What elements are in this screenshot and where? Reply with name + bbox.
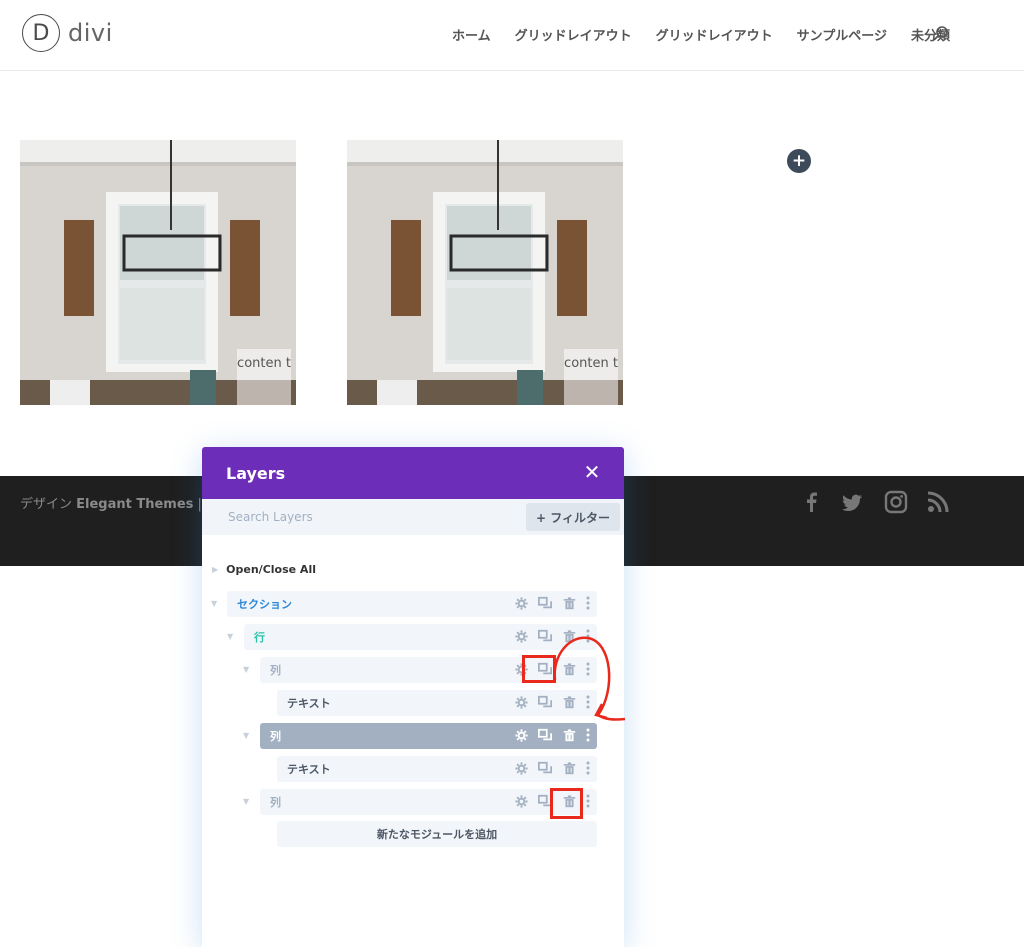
- twitter-icon[interactable]: [838, 488, 866, 516]
- credit-brand-link[interactable]: Elegant Themes: [76, 497, 193, 512]
- instagram-icon[interactable]: [882, 488, 910, 516]
- gear-icon[interactable]: [513, 595, 529, 611]
- open-close-all-label: Open/Close All: [226, 563, 316, 576]
- layer-text-label: テキスト: [287, 763, 331, 776]
- layer-text-1[interactable]: テキスト: [277, 690, 597, 716]
- layer-column-label: 列: [270, 730, 281, 743]
- caret-down-icon[interactable]: ▼: [243, 665, 249, 674]
- layer-column-label: 列: [270, 796, 281, 809]
- add-module-button[interactable]: +: [787, 149, 811, 173]
- nav-item-sample-page[interactable]: サンプルページ: [797, 25, 887, 44]
- nav-item-grid-layout-2[interactable]: グリッドレイアウト: [656, 25, 773, 44]
- layer-text-label: テキスト: [287, 697, 331, 710]
- gear-icon[interactable]: [513, 760, 529, 776]
- logo-mark: D: [22, 14, 60, 52]
- logo-text: divi: [68, 19, 113, 47]
- duplicate-icon[interactable]: [537, 595, 553, 611]
- layer-column-label: 列: [270, 664, 281, 677]
- layers-search-bar: + フィルター: [202, 499, 624, 535]
- annotation-arrow: [553, 636, 626, 721]
- layer-section-label: セクション: [237, 598, 292, 611]
- add-new-module-button[interactable]: 新たなモジュールを追加: [277, 821, 597, 847]
- caret-down-icon[interactable]: ▼: [211, 599, 217, 608]
- more-options-icon[interactable]: [585, 793, 591, 809]
- layer-column-3[interactable]: 列: [260, 789, 597, 815]
- image-card-1[interactable]: conten t: [20, 140, 296, 405]
- layer-row[interactable]: 行: [244, 624, 597, 650]
- gear-icon[interactable]: [513, 694, 529, 710]
- rss-icon[interactable]: [924, 488, 952, 516]
- card-content-label: conten t: [237, 349, 291, 405]
- duplicate-icon[interactable]: [537, 760, 553, 776]
- caret-down-icon[interactable]: ▼: [227, 632, 233, 641]
- image-card-2[interactable]: conten t: [347, 140, 623, 405]
- more-options-icon[interactable]: [585, 595, 591, 611]
- close-icon[interactable]: ✕: [582, 460, 602, 484]
- layer-text-2[interactable]: テキスト: [277, 756, 597, 782]
- filter-button[interactable]: + フィルター: [526, 503, 620, 531]
- facebook-icon[interactable]: [798, 488, 826, 516]
- layers-panel-header[interactable]: Layers ✕: [202, 447, 624, 499]
- trash-icon[interactable]: [561, 595, 577, 611]
- gear-icon[interactable]: [513, 727, 529, 743]
- nav-item-home[interactable]: ホーム: [452, 25, 491, 44]
- highlight-trash-box: [550, 788, 583, 819]
- layer-actions: [513, 760, 591, 776]
- footer-credit: デザイン Elegant Themes | 提供: [20, 493, 232, 512]
- credit-prefix: デザイン: [20, 497, 77, 512]
- layers-panel-title: Layers: [226, 463, 286, 483]
- nav-item-grid-layout-1[interactable]: グリッドレイアウト: [515, 25, 632, 44]
- caret-right-icon: ▶: [212, 565, 219, 574]
- site-logo[interactable]: D divi: [22, 14, 113, 52]
- open-close-all-toggle[interactable]: ▶ Open/Close All: [212, 563, 316, 576]
- layer-column-2[interactable]: 列: [260, 723, 597, 749]
- layer-section[interactable]: セクション: [227, 591, 597, 617]
- caret-down-icon[interactable]: ▼: [243, 797, 249, 806]
- layer-row-label: 行: [254, 631, 265, 644]
- layers-search-input[interactable]: [228, 510, 508, 524]
- layer-actions: [513, 595, 591, 611]
- search-icon[interactable]: [932, 25, 950, 43]
- caret-down-icon[interactable]: ▼: [243, 731, 249, 740]
- more-options-icon[interactable]: [585, 760, 591, 776]
- gear-icon[interactable]: [513, 628, 529, 644]
- site-header: D divi ホーム グリッドレイアウト グリッドレイアウト サンプルページ 未…: [0, 0, 1024, 71]
- trash-icon[interactable]: [561, 760, 577, 776]
- gear-icon[interactable]: [513, 793, 529, 809]
- card-content-label: conten t: [564, 349, 618, 405]
- main-nav: ホーム グリッドレイアウト グリッドレイアウト サンプルページ 未分類: [452, 25, 950, 44]
